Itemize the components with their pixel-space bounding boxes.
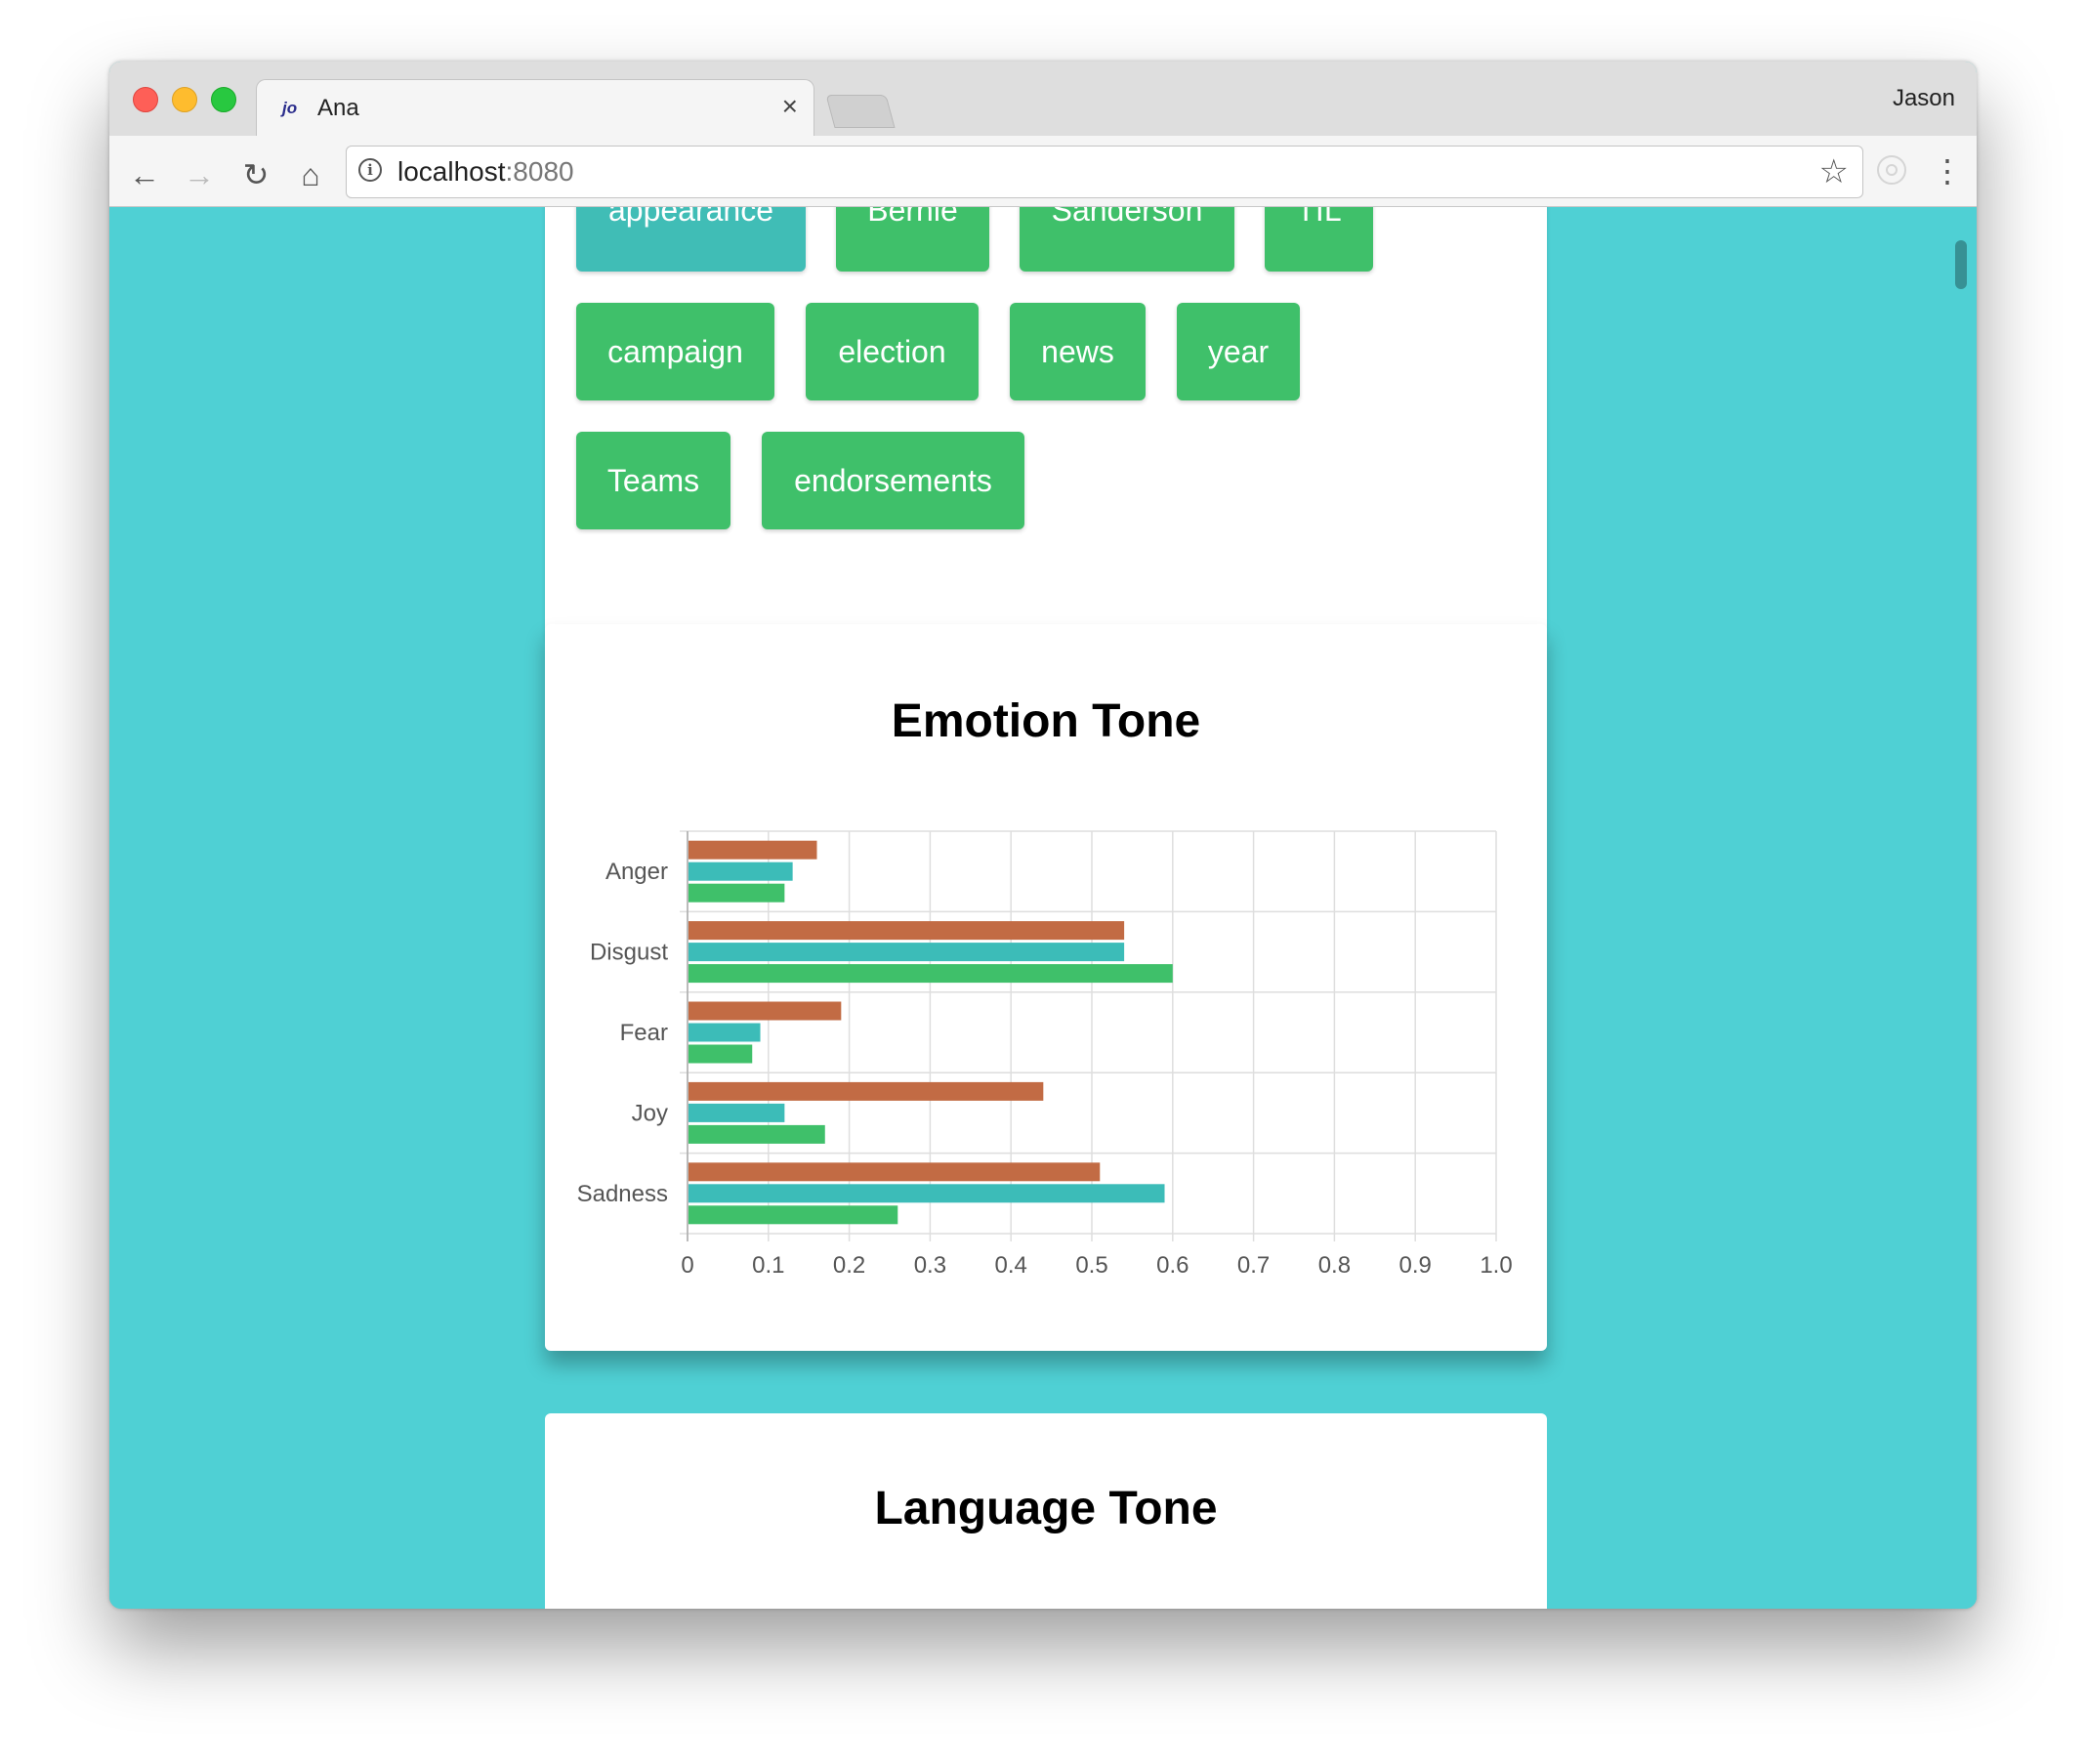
tag-button[interactable]: endorsements xyxy=(762,432,1024,529)
back-arrow-icon[interactable]: ← xyxy=(123,153,166,196)
y-category-label: Sadness xyxy=(577,1181,668,1207)
bar xyxy=(688,921,1125,941)
page-viewport: appearance Bernie Sanderson TIL campaign… xyxy=(109,207,1977,1609)
browser-window: jo Ana × Jason ← → ↻ ⌂ i localhost:8080 … xyxy=(109,62,1977,1609)
bar xyxy=(688,1162,1101,1182)
x-tick-label: 1.0 xyxy=(1480,1252,1512,1279)
bar xyxy=(688,840,817,860)
x-tick-label: 0 xyxy=(681,1252,693,1279)
x-tick-label: 0.6 xyxy=(1156,1252,1189,1279)
tag-button[interactable]: Teams xyxy=(576,432,730,529)
maximize-window-button[interactable] xyxy=(211,87,236,112)
bar xyxy=(688,1081,1044,1101)
bar xyxy=(688,1184,1165,1203)
x-tick-label: 0.5 xyxy=(1075,1252,1107,1279)
x-tick-label: 0.2 xyxy=(833,1252,865,1279)
reload-icon[interactable]: ↻ xyxy=(234,153,277,196)
tab-title: Ana xyxy=(317,95,359,121)
language-tone-title: Language Tone xyxy=(874,1483,1218,1534)
tag-button[interactable]: TIL xyxy=(1265,207,1373,272)
address-bar[interactable]: i localhost:8080 ☆ xyxy=(346,146,1863,198)
bar xyxy=(688,1103,785,1122)
bar xyxy=(688,1023,761,1042)
url-host: localhost xyxy=(397,156,506,187)
y-category-label: Joy xyxy=(632,1100,668,1126)
bar xyxy=(688,883,785,903)
x-tick-label: 0.3 xyxy=(914,1252,946,1279)
tag-button[interactable]: election xyxy=(806,303,979,400)
browser-toolbar: ← → ↻ ⌂ i localhost:8080 ☆ ⋮ xyxy=(109,136,1977,207)
x-tick-label: 0.8 xyxy=(1318,1252,1351,1279)
url-port: :8080 xyxy=(505,156,574,187)
forward-arrow-icon[interactable]: → xyxy=(178,153,221,196)
tag-button[interactable]: Sanderson xyxy=(1020,207,1234,272)
y-category-label: Fear xyxy=(620,1020,668,1046)
tag-button[interactable]: Bernie xyxy=(836,207,989,272)
bar xyxy=(688,1205,898,1225)
profile-name[interactable]: Jason xyxy=(1893,85,1955,112)
bar xyxy=(688,861,793,881)
bar xyxy=(688,1044,753,1064)
emotion-tone-card: Emotion Tone 0 0.1 0.2 0.3 0.4 0.5 0.6 0.7 0.8 0.… xyxy=(545,624,1547,1351)
x-tick-label: 0.7 xyxy=(1237,1252,1270,1279)
x-tick-label: 0.4 xyxy=(995,1252,1027,1279)
bar xyxy=(688,1001,842,1021)
extension-icon[interactable] xyxy=(1877,155,1906,185)
minimize-window-button[interactable] xyxy=(172,87,197,112)
title-bar: jo Ana × Jason xyxy=(109,62,1977,138)
x-tick-label: 0.9 xyxy=(1399,1252,1432,1279)
favicon-icon: jo xyxy=(282,99,298,117)
new-tab-button[interactable] xyxy=(825,95,896,128)
x-tick-label: 0.1 xyxy=(752,1252,784,1279)
tag-button[interactable]: campaign xyxy=(576,303,774,400)
tab-close-icon[interactable]: × xyxy=(782,92,798,121)
scrollbar-thumb[interactable] xyxy=(1955,240,1967,289)
bar xyxy=(688,1124,825,1144)
tags-card: appearance Bernie Sanderson TIL campaign… xyxy=(545,207,1547,641)
tag-button[interactable]: news xyxy=(1010,303,1146,400)
language-tone-card: Language Tone xyxy=(545,1413,1547,1609)
y-category-label: Disgust xyxy=(590,940,668,966)
tag-button[interactable]: year xyxy=(1177,303,1300,400)
y-category-label: Anger xyxy=(605,859,668,885)
url-text[interactable]: localhost:8080 xyxy=(397,156,574,188)
bar xyxy=(688,943,1125,962)
info-icon[interactable]: i xyxy=(358,158,382,182)
tag-button[interactable]: appearance xyxy=(576,207,806,272)
menu-icon[interactable]: ⋮ xyxy=(1932,149,1963,192)
browser-tab[interactable]: jo Ana × xyxy=(256,79,814,138)
home-icon[interactable]: ⌂ xyxy=(289,153,332,196)
bookmark-star-icon[interactable]: ☆ xyxy=(1819,152,1849,191)
close-window-button[interactable] xyxy=(133,87,158,112)
emotion-tone-chart: 0 0.1 0.2 0.3 0.4 0.5 0.6 0.7 0.8 0.9 1.0 Anger Disg… xyxy=(577,830,1513,1279)
bar xyxy=(688,964,1173,984)
